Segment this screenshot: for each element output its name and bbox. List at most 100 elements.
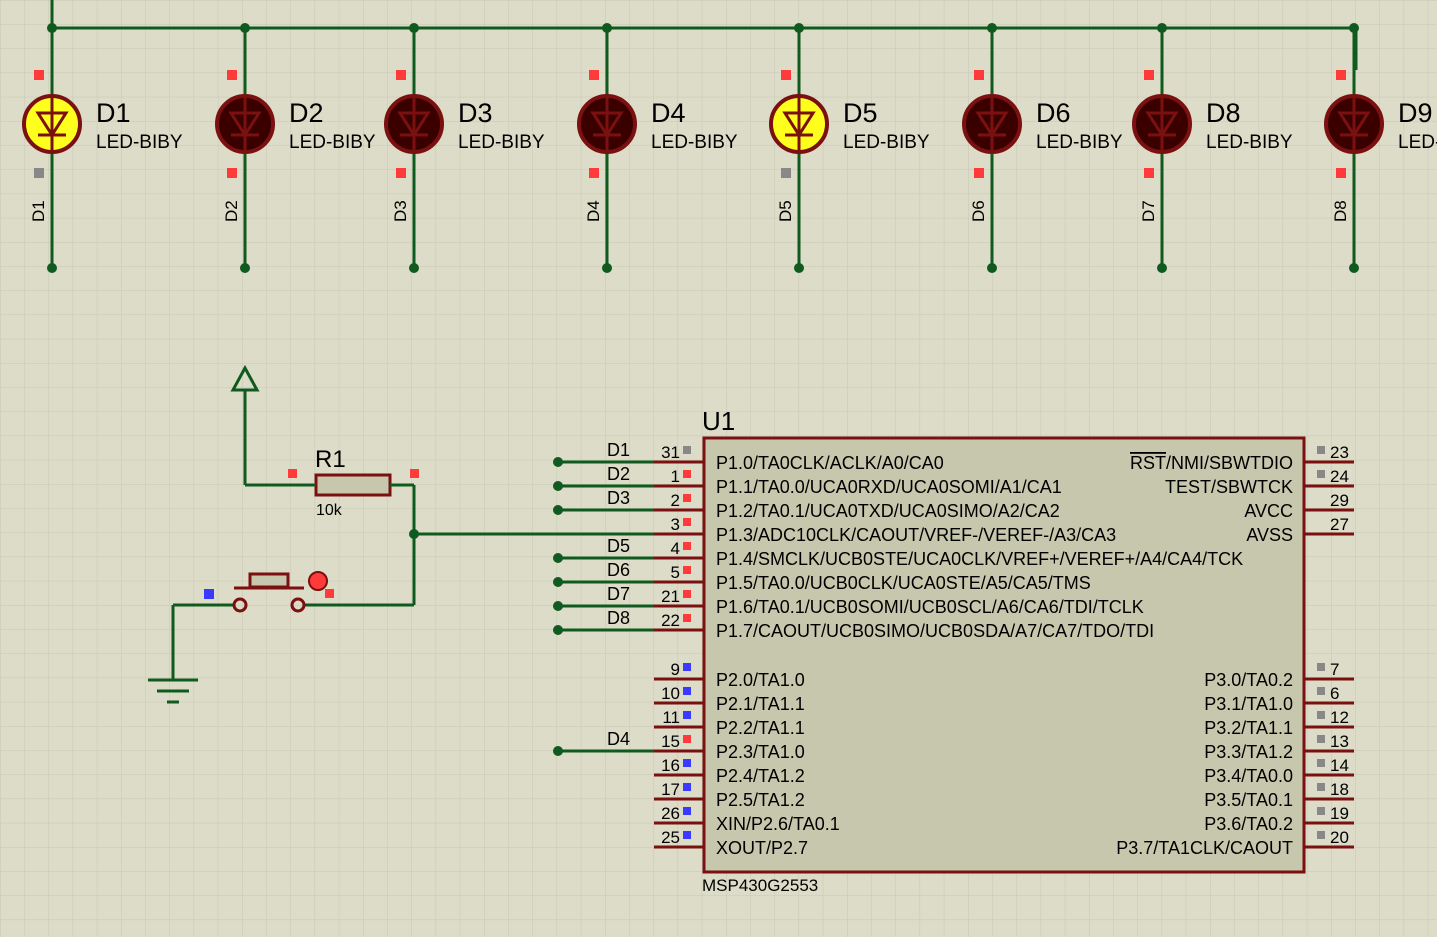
led-ref: D8	[1206, 98, 1241, 128]
led-pin-marker	[974, 70, 984, 80]
junction-dot	[987, 23, 997, 33]
net-terminal-dot	[553, 505, 563, 515]
led-part: LED-BIBY	[96, 132, 183, 153]
pin-marker	[683, 831, 691, 839]
net-label: D3	[607, 488, 630, 508]
resistor-value: 10k	[316, 502, 343, 519]
pin-name: P2.1/TA1.1	[716, 694, 805, 714]
pin-name: P3.2/TA1.1	[1204, 718, 1293, 738]
pin-name: P1.5/TA0.0/UCB0CLK/UCA0STE/A5/CA5/TMS	[716, 573, 1091, 593]
pin-number: 14	[1330, 756, 1349, 775]
pin-number: 21	[661, 587, 680, 606]
net-terminal-dot	[1349, 263, 1359, 273]
pin-number: 31	[661, 443, 680, 462]
junction-dot	[602, 23, 612, 33]
resistor-ref: R1	[315, 446, 346, 473]
led-pin-marker	[34, 70, 44, 80]
switch-pin-marker	[325, 589, 334, 598]
pin-name: XOUT/P2.7	[716, 838, 808, 858]
led-ref: D3	[458, 98, 493, 128]
switch-cap	[248, 572, 290, 589]
led-pin-marker	[1336, 70, 1346, 80]
led-pin-marker	[396, 70, 406, 80]
led-ref: D9	[1398, 98, 1433, 128]
pin-marker	[1317, 711, 1325, 719]
pin-name: P1.1/TA0.0/UCA0RXD/UCA0SOMI/A1/CA1	[716, 477, 1062, 497]
pin-marker	[683, 494, 691, 502]
pin-number: 12	[1330, 708, 1349, 727]
led-net-label: D1	[29, 200, 48, 222]
net-terminal-dot	[1157, 263, 1167, 273]
net-label: D8	[607, 608, 630, 628]
pin-number: 29	[1330, 491, 1349, 510]
pin-marker	[683, 711, 691, 719]
pin-name: AVCC	[1244, 501, 1293, 521]
chip-ref: U1	[702, 406, 735, 436]
pin-marker	[1317, 831, 1325, 839]
pin-marker	[1317, 783, 1325, 791]
net-terminal-dot	[553, 481, 563, 491]
pin-name: P2.2/TA1.1	[716, 718, 805, 738]
pin-name: P3.1/TA1.0	[1204, 694, 1293, 714]
led-part: LED-BIBY	[289, 132, 376, 153]
pin-marker	[1317, 735, 1325, 743]
pin-name: P3.6/TA0.2	[1204, 814, 1293, 834]
pin-name: P3.4/TA0.0	[1204, 766, 1293, 786]
pin-number: 1	[671, 467, 680, 486]
led-pin-marker	[781, 70, 791, 80]
pin-number: 20	[1330, 828, 1349, 847]
led-ref: D1	[96, 98, 131, 128]
pin-number: 18	[1330, 780, 1349, 799]
net-terminal-dot	[553, 601, 563, 611]
pin-marker	[683, 687, 691, 695]
net-terminal-dot	[553, 457, 563, 467]
led-part: LED-BIBY	[651, 132, 738, 153]
net-terminal-dot	[240, 263, 250, 273]
net-terminal-dot	[553, 577, 563, 587]
pin-name: AVSS	[1246, 525, 1293, 545]
net-label: D2	[607, 464, 630, 484]
led-pin-marker	[974, 168, 984, 178]
led-pin-marker	[227, 70, 237, 80]
pin-name: P1.4/SMCLK/UCB0STE/UCA0CLK/VREF+/VEREF+/…	[716, 549, 1243, 569]
pin-name: RST/NMI/SBWTDIO	[1130, 453, 1293, 473]
resistor-pin-marker	[410, 469, 419, 478]
schematic-canvas[interactable]: D1 LED-BIBY D1 D2 LED-BIBY D2 D3 LED-BIBY D3 D4 LE…	[0, 0, 1437, 937]
pin-number: 3	[671, 515, 680, 534]
pin-number: 17	[661, 780, 680, 799]
junction-dot	[1157, 23, 1167, 33]
led-net-label: D3	[391, 200, 410, 222]
chip-part: MSP430G2553	[702, 876, 818, 895]
pin-marker	[683, 783, 691, 791]
led-ref: D2	[289, 98, 324, 128]
pin-name: P2.3/TA1.0	[716, 742, 805, 762]
pin-name: XIN/P2.6/TA0.1	[716, 814, 840, 834]
pin-number: 23	[1330, 443, 1349, 462]
pin-marker	[1317, 759, 1325, 767]
pin-name: P2.5/TA1.2	[716, 790, 805, 810]
pin-name: TEST/SBWTCK	[1165, 477, 1293, 497]
switch-indicator-icon	[308, 571, 328, 591]
pin-number: 25	[661, 828, 680, 847]
net-terminal-dot	[47, 263, 57, 273]
led-pin-marker	[589, 168, 599, 178]
pin-number: 9	[671, 660, 680, 679]
pin-name: P2.0/TA1.0	[716, 670, 805, 690]
pin-name: P3.3/TA1.2	[1204, 742, 1293, 762]
resistor-body	[314, 473, 392, 497]
pin-name-rest: /NMI/SBWTDIO	[1166, 453, 1293, 473]
pin-number: 13	[1330, 732, 1349, 751]
pin-number: 7	[1330, 660, 1339, 679]
pin-marker	[683, 518, 691, 526]
net-terminal-dot	[553, 625, 563, 635]
pin-marker	[683, 759, 691, 767]
led-net-label: D8	[1331, 200, 1350, 222]
pin-marker	[1317, 687, 1325, 695]
pin-marker	[683, 566, 691, 574]
led-pin-marker	[396, 168, 406, 178]
led-pin-marker	[589, 70, 599, 80]
pin-number: 26	[661, 804, 680, 823]
pin-name: P3.7/TA1CLK/CAOUT	[1116, 838, 1293, 858]
led-part: LED-BIBY	[1398, 132, 1437, 153]
pin-marker	[683, 614, 691, 622]
